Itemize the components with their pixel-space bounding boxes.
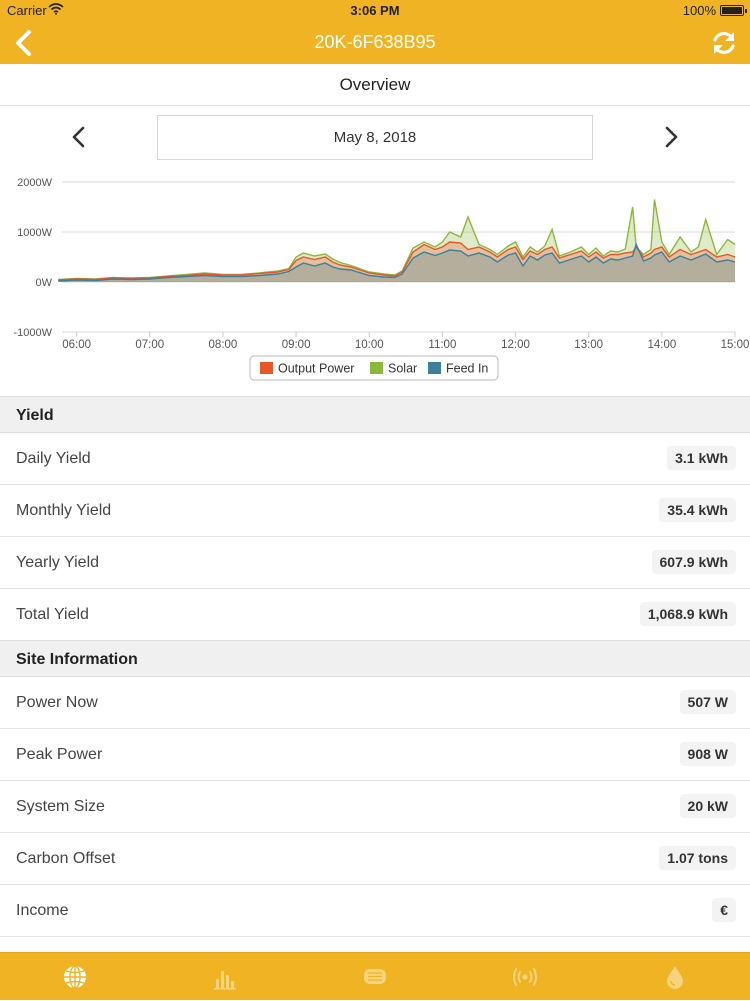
globe-icon bbox=[64, 965, 86, 989]
legend-swatch bbox=[370, 362, 383, 374]
battery-icon bbox=[720, 5, 747, 16]
site-row-peak-power: Peak Power 908 W bbox=[0, 729, 750, 781]
y-tick-label: 2000W bbox=[17, 177, 52, 189]
overview-header: Overview bbox=[0, 64, 750, 106]
tab-devices[interactable] bbox=[300, 953, 450, 1001]
yield-row-daily: Daily Yield 3.1 kWh bbox=[0, 433, 750, 485]
site-row-system-size: System Size 20 kW bbox=[0, 781, 750, 833]
x-tick-label: 06:00 bbox=[62, 339, 91, 351]
x-tick-label: 11:00 bbox=[428, 339, 456, 351]
row-label: Carbon Offset bbox=[16, 850, 116, 867]
status-time: 3:06 PM bbox=[350, 3, 400, 18]
row-label: System Size bbox=[16, 798, 105, 815]
tab-overview[interactable] bbox=[0, 953, 150, 1001]
overview-title: Overview bbox=[339, 75, 411, 94]
row-label: Yearly Yield bbox=[16, 554, 100, 571]
legend-label: Feed In bbox=[446, 362, 488, 376]
legend-label: Output Power bbox=[278, 362, 354, 376]
yield-section-header: Yield bbox=[0, 396, 750, 433]
site-row-power-now: Power Now 507 W bbox=[0, 677, 750, 729]
tab-bar bbox=[0, 952, 750, 1000]
row-value: 1.07 tons bbox=[659, 846, 736, 870]
yield-section-title: Yield bbox=[16, 407, 54, 424]
row-label: Total Yield bbox=[16, 606, 89, 623]
nav-bar: 20K-6F638B95 bbox=[0, 22, 750, 64]
signal-icon bbox=[513, 968, 537, 986]
power-chart: 2000W 1000W 0W -1000W 06:00 07:00 08:00 09:00 10… bbox=[13, 177, 750, 381]
row-value: 908 W bbox=[679, 742, 736, 766]
tab-signal[interactable] bbox=[450, 953, 600, 1001]
tab-statistics[interactable] bbox=[150, 953, 300, 1001]
yield-row-yearly: Yearly Yield 607.9 kWh bbox=[0, 537, 750, 589]
chevron-left-icon[interactable] bbox=[66, 122, 92, 152]
refresh-icon[interactable] bbox=[710, 29, 738, 57]
row-value: 20 kW bbox=[679, 794, 736, 818]
row-label: Peak Power bbox=[16, 746, 103, 763]
legend-label: Solar bbox=[388, 362, 417, 376]
y-tick-label: -1000W bbox=[13, 327, 52, 339]
row-label: Income bbox=[16, 902, 69, 919]
legend-swatch bbox=[260, 362, 273, 374]
site-section-header: Site Information bbox=[0, 640, 750, 677]
row-value: 35.4 kWh bbox=[659, 498, 736, 522]
battery-percent: 100% bbox=[682, 3, 716, 18]
legend-swatch bbox=[428, 362, 441, 374]
x-tick-label: 10:00 bbox=[355, 339, 384, 351]
yield-row-total: Total Yield 1,068.9 kWh bbox=[0, 589, 750, 641]
row-value: 1,068.9 kWh bbox=[639, 602, 736, 626]
inverter-icon bbox=[364, 969, 386, 984]
x-tick-label: 09:00 bbox=[282, 339, 311, 351]
x-tick-label: 14:00 bbox=[647, 339, 676, 351]
site-row-income: Income € bbox=[0, 885, 750, 937]
row-label: Daily Yield bbox=[16, 450, 91, 467]
site-section-title: Site Information bbox=[16, 651, 138, 668]
x-tick-label: 08:00 bbox=[209, 339, 238, 351]
x-tick-label: 07:00 bbox=[135, 339, 164, 351]
x-tick-label: 13:00 bbox=[574, 339, 603, 351]
row-value: € bbox=[712, 898, 736, 922]
page-title: 20K-6F638B95 bbox=[314, 32, 436, 52]
y-tick-label: 1000W bbox=[17, 227, 52, 239]
row-label: Power Now bbox=[16, 694, 98, 711]
row-value: 507 W bbox=[679, 690, 736, 714]
x-tick-label: 15:00 bbox=[721, 339, 750, 351]
bar-chart-icon bbox=[214, 971, 236, 990]
date-field[interactable]: May 8, 2018 bbox=[157, 115, 593, 160]
tab-energy[interactable] bbox=[600, 953, 750, 1001]
y-tick-label: 0W bbox=[36, 277, 53, 289]
row-value: 607.9 kWh bbox=[651, 550, 736, 574]
row-label: Monthly Yield bbox=[16, 502, 112, 519]
site-row-carbon-offset: Carbon Offset 1.07 tons bbox=[0, 833, 750, 885]
yield-row-monthly: Monthly Yield 35.4 kWh bbox=[0, 485, 750, 537]
status-bar: Carrier 3:06 PM 100% bbox=[0, 0, 750, 22]
drop-icon bbox=[667, 966, 683, 989]
x-tick-label: 12:00 bbox=[501, 339, 530, 351]
date-selector: May 8, 2018 bbox=[0, 106, 750, 170]
row-value: 3.1 kWh bbox=[667, 446, 736, 470]
chevron-right-icon[interactable] bbox=[658, 122, 684, 152]
